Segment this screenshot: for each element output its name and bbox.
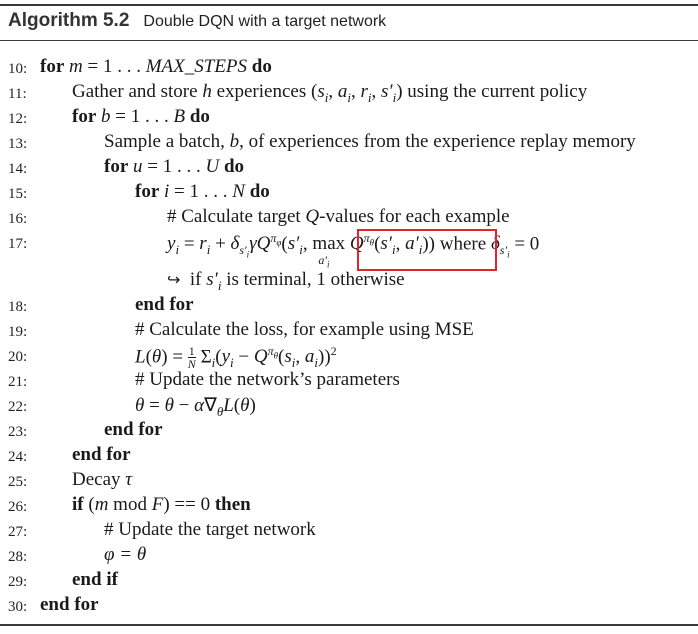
algorithm-line: 22: θ = θ − α∇θL(θ): [0, 394, 698, 419]
algorithm-header: Algorithm 5.2 Double DQN with a target n…: [8, 10, 386, 36]
algorithm-line: 14: for u = 1 . . . U do: [0, 156, 698, 180]
algorithm-line: 11: Gather and store h experiences (si, …: [0, 81, 698, 105]
line-number: 10:: [8, 61, 28, 77]
algorithm-line: 15: for i = 1 . . . N do: [0, 181, 698, 205]
algorithm-line: 26: if (m mod F) == 0 then: [0, 494, 698, 518]
algorithm-caption: Double DQN with a target network: [143, 13, 387, 30]
line-code: if (m mod F) == 0 then: [72, 494, 251, 515]
line-code: # Calculate the loss, for example using …: [135, 319, 474, 340]
line-number: 27:: [8, 524, 28, 540]
line-code: Sample a batch, b, of experiences from t…: [104, 131, 636, 152]
bottom-rule: [0, 624, 698, 626]
line-code: end if: [72, 569, 118, 590]
line-number: 17:: [8, 236, 28, 252]
line-number: 25:: [8, 474, 28, 490]
line-code: for i = 1 . . . N do: [135, 181, 270, 202]
highlight-box-max-q: [357, 229, 497, 271]
line-code: Gather and store h experiences (si, ai, …: [72, 81, 588, 105]
update-equation: θ = θ − α∇θL(θ): [135, 395, 256, 419]
line-number: 14:: [8, 161, 28, 177]
algorithm-line: 25: Decay τ: [0, 469, 698, 493]
line-number: 29:: [8, 574, 28, 590]
line-code: for b = 1 . . . B do: [72, 106, 210, 127]
line-number: 15:: [8, 186, 28, 202]
algorithm-line: 18: end for: [0, 294, 698, 318]
algorithm-line: 24: end for: [0, 444, 698, 468]
line-code: end for: [72, 444, 131, 465]
line-number: 23:: [8, 424, 28, 440]
algorithm-line: 20: L(θ) = 1N Σi(yi − Qπθ(si, ai))2: [0, 344, 698, 372]
line-number: 18:: [8, 299, 28, 315]
line-number: 22:: [8, 399, 28, 415]
algorithm-line: 19: # Calculate the loss, for example us…: [0, 319, 698, 343]
line-number: 16:: [8, 211, 28, 227]
line-code: end for: [40, 594, 99, 615]
algorithm-line: 30: end for: [0, 594, 698, 618]
algorithm-line: 23: end for: [0, 419, 698, 443]
line-code: end for: [104, 419, 163, 440]
line-number: 12:: [8, 111, 28, 127]
line-number: 19:: [8, 324, 28, 340]
algorithm-line-continuation: ↪ if s′i is terminal, 1 otherwise: [0, 269, 698, 293]
algorithm-line: 10: for m = 1 . . . MAX_STEPS do: [0, 56, 698, 80]
loss-equation: L(θ) = 1N Σi(yi − Qπθ(si, ai))2: [135, 344, 337, 372]
line-number: 26:: [8, 499, 28, 515]
line-code: φ = θ: [104, 544, 147, 565]
line-code: # Calculate target Q-values for each exa…: [167, 206, 510, 227]
line-number: 13:: [8, 136, 28, 152]
algorithm-line: 16: # Calculate target Q-values for each…: [0, 206, 698, 230]
line-code: for m = 1 . . . MAX_STEPS do: [40, 56, 272, 77]
algorithm-line: 29: end if: [0, 569, 698, 593]
algorithm-title: Algorithm 5.2: [8, 10, 130, 31]
line-number: 11:: [8, 86, 27, 102]
algorithm-line: 17: yi = ri + δs′iγQπφ(s′i, max a′i Qπθ(s…: [0, 231, 698, 270]
algorithm-line: 28: φ = θ: [0, 544, 698, 568]
line-code: Decay τ: [72, 469, 133, 490]
line-number: 21:: [8, 374, 28, 390]
continuation-arrow-icon: ↪: [167, 270, 181, 289]
algorithm-line: 21: # Update the network’s parameters: [0, 369, 698, 393]
line-code: ↪ if s′i is terminal, 1 otherwise: [167, 269, 405, 293]
line-code: end for: [135, 294, 194, 315]
algorithm-line: 13: Sample a batch, b, of experiences fr…: [0, 131, 698, 155]
line-code: # Update the target network: [104, 519, 316, 540]
line-code: # Update the network’s parameters: [135, 369, 400, 390]
line-number: 28:: [8, 549, 28, 565]
algorithm-line: 27: # Update the target network: [0, 519, 698, 543]
line-number: 24:: [8, 449, 28, 465]
line-number: 20:: [8, 349, 28, 365]
line-number: 30:: [8, 599, 28, 615]
algorithm-line: 12: for b = 1 . . . B do: [0, 106, 698, 130]
header-rule: [0, 40, 698, 41]
line-code: for u = 1 . . . U do: [104, 156, 245, 177]
top-rule: [0, 4, 698, 6]
